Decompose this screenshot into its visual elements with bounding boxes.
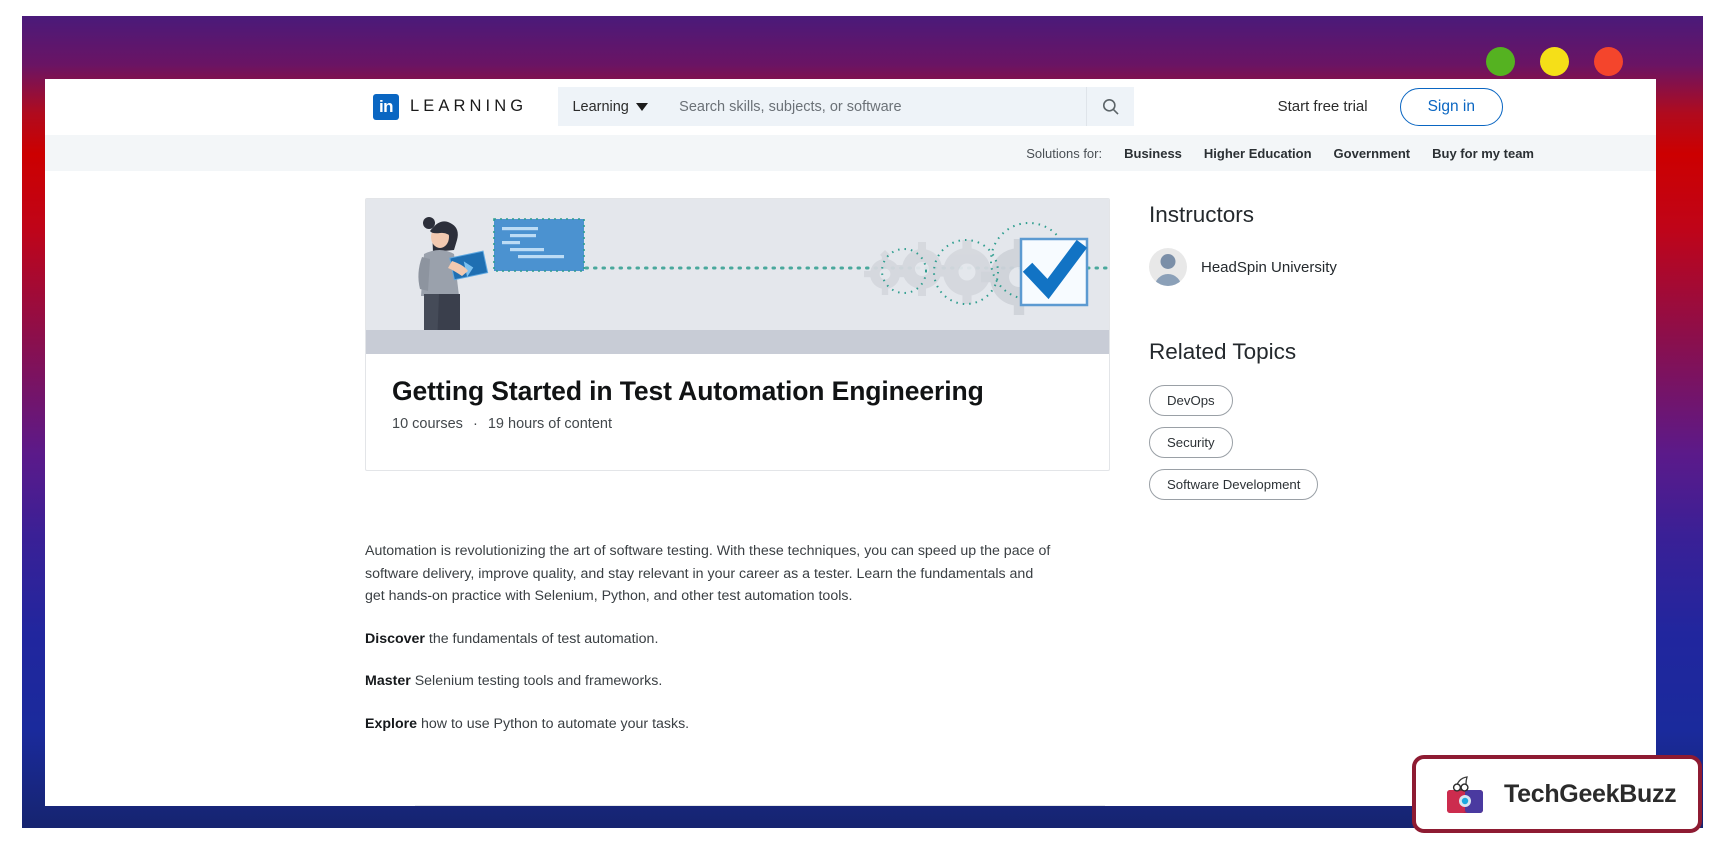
related-topics-heading: Related Topics xyxy=(1149,339,1490,365)
instructor-item[interactable]: HeadSpin University xyxy=(1149,248,1490,286)
hero-floor-band xyxy=(366,330,1109,354)
instructors-heading: Instructors xyxy=(1149,202,1490,228)
learning-dropdown-label: Learning xyxy=(572,99,628,115)
linkedin-in-icon: in xyxy=(373,94,399,120)
topic-pill-devops[interactable]: DevOps xyxy=(1149,385,1233,416)
course-count: 10 courses xyxy=(392,416,463,432)
solutions-link-government[interactable]: Government xyxy=(1334,146,1411,161)
solutions-link-higher-education[interactable]: Higher Education xyxy=(1204,146,1312,161)
bullet-lead-discover: Discover xyxy=(365,631,425,647)
description-bullet-explore: Explore how to use Python to automate yo… xyxy=(365,713,1055,736)
techgeekbuzz-logo-icon xyxy=(1442,771,1488,817)
solutions-for-bar: Solutions for: Business Higher Education… xyxy=(45,135,1656,171)
bullet-rest-explore: how to use Python to automate your tasks… xyxy=(417,716,689,732)
topic-pill-security[interactable]: Security xyxy=(1149,427,1233,458)
description-bullet-master: Master Selenium testing tools and framew… xyxy=(365,670,1055,693)
avatar-body-icon xyxy=(1155,274,1182,286)
avatar xyxy=(1149,248,1187,286)
content-divider xyxy=(415,805,1105,806)
chevron-down-icon xyxy=(636,103,648,111)
description-bullet-discover: Discover the fundamentals of test automa… xyxy=(365,628,1055,651)
meta-separator: · xyxy=(473,416,478,432)
bullet-lead-master: Master xyxy=(365,673,411,689)
main-content: Getting Started in Test Automation Engin… xyxy=(45,171,1656,755)
topic-pill-software-development[interactable]: Software Development xyxy=(1149,469,1318,500)
search-submit-button[interactable] xyxy=(1086,87,1134,126)
related-topics-list: DevOps Security Software Development xyxy=(1149,385,1490,511)
global-navigation-bar: in LEARNING Learning Start free trial S xyxy=(45,79,1656,135)
learning-dropdown[interactable]: Learning xyxy=(558,87,662,126)
window-minimize-button[interactable] xyxy=(1486,47,1515,76)
window-close-button[interactable] xyxy=(1594,47,1623,76)
description-intro: Automation is revolutionizing the art of… xyxy=(365,540,1055,608)
browser-viewport: in LEARNING Learning Start free trial S xyxy=(45,79,1656,806)
search-icon xyxy=(1101,97,1120,116)
course-card-body: Getting Started in Test Automation Engin… xyxy=(366,354,1109,470)
avatar-head-icon xyxy=(1161,254,1176,269)
screenshot-root: in LEARNING Learning Start free trial S xyxy=(0,0,1725,844)
search-input[interactable] xyxy=(662,87,1086,126)
nav-right-actions: Start free trial Sign in xyxy=(1278,88,1503,126)
course-description: Automation is revolutionizing the art of… xyxy=(365,540,1055,735)
course-hero-image xyxy=(366,199,1109,354)
instructor-name: HeadSpin University xyxy=(1201,259,1337,276)
bullet-rest-discover: the fundamentals of test automation. xyxy=(425,631,658,647)
bullet-rest-master: Selenium testing tools and frameworks. xyxy=(411,673,663,689)
course-meta: 10 courses · 19 hours of content xyxy=(392,416,1083,432)
start-free-trial-button[interactable]: Start free trial xyxy=(1278,98,1368,115)
solutions-link-business[interactable]: Business xyxy=(1124,146,1182,161)
solutions-for-label: Solutions for: xyxy=(1026,146,1102,161)
window-titlebar xyxy=(22,16,1703,72)
window-maximize-button[interactable] xyxy=(1540,47,1569,76)
course-card: Getting Started in Test Automation Engin… xyxy=(365,198,1110,471)
course-duration: 19 hours of content xyxy=(488,416,612,432)
sidebar-column: Instructors HeadSpin University Related … xyxy=(1110,198,1490,755)
linkedin-learning-logo[interactable]: in LEARNING xyxy=(373,79,527,135)
page-title: Getting Started in Test Automation Engin… xyxy=(392,376,1083,407)
watermark-badge: TechGeekBuzz xyxy=(1412,755,1702,833)
primary-column: Getting Started in Test Automation Engin… xyxy=(365,198,1110,755)
brand-wordmark: LEARNING xyxy=(410,97,527,116)
watermark-text: TechGeekBuzz xyxy=(1504,780,1676,809)
search-bar xyxy=(662,87,1134,126)
solutions-link-buy-for-my-team[interactable]: Buy for my team xyxy=(1432,146,1534,161)
bullet-lead-explore: Explore xyxy=(365,716,417,732)
sign-in-button[interactable]: Sign in xyxy=(1400,88,1503,126)
